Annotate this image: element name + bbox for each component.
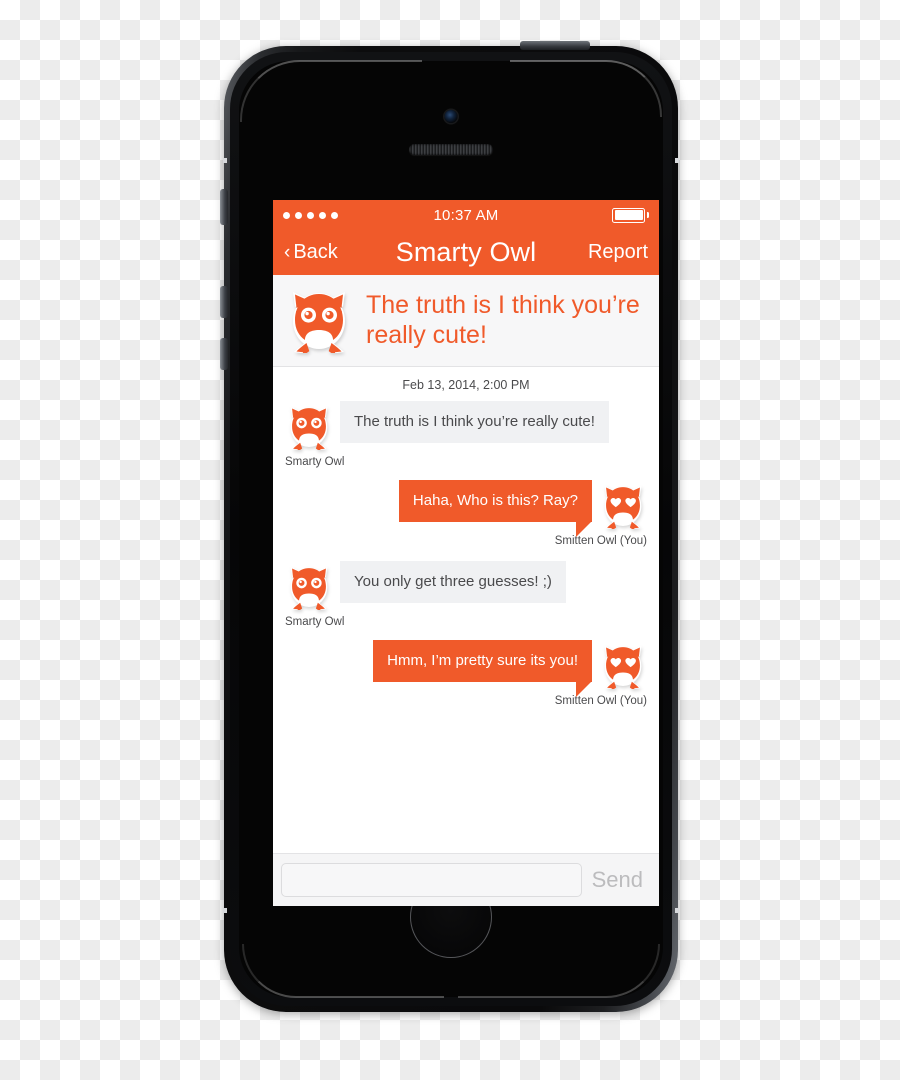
earpiece-speaker-icon bbox=[409, 144, 493, 155]
featured-message-banner: The truth is I think you’re really cute! bbox=[273, 275, 659, 367]
featured-message-text: The truth is I think you’re really cute! bbox=[366, 290, 640, 350]
bubble-tail-icon bbox=[576, 521, 592, 538]
message-sender-label: Smarty Owl bbox=[285, 456, 345, 468]
antenna-band-left-lower bbox=[223, 908, 227, 913]
message-composer: Send bbox=[273, 853, 659, 906]
power-button-icon[interactable] bbox=[520, 41, 590, 50]
back-button-label: Back bbox=[293, 241, 338, 263]
message-bubble: Hmm, I’m pretty sure its you! bbox=[373, 640, 592, 683]
status-bar-time: 10:37 AM bbox=[433, 206, 499, 224]
antenna-band-right bbox=[675, 158, 679, 163]
message-item: You only get three guesses! ;) Smarty Ow… bbox=[285, 561, 647, 628]
message-item: Hmm, I’m pretty sure its you! Smitten Ow… bbox=[285, 640, 647, 707]
send-button[interactable]: Send bbox=[588, 867, 651, 893]
message-sender-label: Smitten Owl (You) bbox=[554, 695, 647, 707]
message-bubble: The truth is I think you’re really cute! bbox=[340, 401, 609, 444]
antenna-band-right-lower bbox=[675, 908, 679, 913]
owl-glasses-avatar-icon bbox=[285, 563, 333, 610]
owl-heart-eyes-avatar-icon bbox=[599, 642, 647, 689]
mute-switch-icon[interactable] bbox=[220, 189, 228, 225]
message-bubble: You only get three guesses! ;) bbox=[340, 561, 566, 604]
chevron-left-icon: ‹ bbox=[284, 242, 291, 263]
phone-glass: 10:37 AM ‹ Back Smarty Owl Report The tr… bbox=[239, 61, 663, 997]
owl-glasses-avatar-icon bbox=[285, 403, 333, 450]
owl-heart-eyes-avatar-icon bbox=[599, 482, 647, 529]
antenna-band-left bbox=[223, 158, 227, 163]
front-camera-icon bbox=[444, 110, 458, 123]
phone-screen: 10:37 AM ‹ Back Smarty Owl Report The tr… bbox=[273, 200, 659, 906]
phone-bezel: 10:37 AM ‹ Back Smarty Owl Report The tr… bbox=[230, 52, 672, 1006]
conversation-list: Feb 13, 2014, 2:00 PM The truth is I thi… bbox=[273, 367, 659, 853]
status-bar: 10:37 AM bbox=[273, 200, 659, 230]
report-button[interactable]: Report bbox=[588, 241, 648, 264]
volume-up-button-icon[interactable] bbox=[220, 286, 228, 318]
bubble-tail-icon bbox=[576, 681, 592, 698]
owl-glasses-avatar-icon bbox=[285, 287, 353, 353]
message-sender-label: Smarty Owl bbox=[285, 616, 345, 628]
navigation-bar: ‹ Back Smarty Owl Report bbox=[273, 230, 659, 275]
conversation-timestamp: Feb 13, 2014, 2:00 PM bbox=[402, 378, 530, 392]
volume-down-button-icon[interactable] bbox=[220, 338, 228, 370]
message-bubble: Haha, Who is this? Ray? bbox=[398, 480, 592, 523]
back-button[interactable]: ‹ Back bbox=[284, 241, 338, 264]
message-item: Haha, Who is this? Ray? Smitten Owl (You… bbox=[285, 480, 647, 547]
message-input[interactable] bbox=[281, 863, 582, 897]
message-item: The truth is I think you’re really cute!… bbox=[285, 401, 647, 468]
message-sender-label: Smitten Owl (You) bbox=[554, 535, 647, 547]
phone-device-frame: 10:37 AM ‹ Back Smarty Owl Report The tr… bbox=[220, 41, 679, 1012]
